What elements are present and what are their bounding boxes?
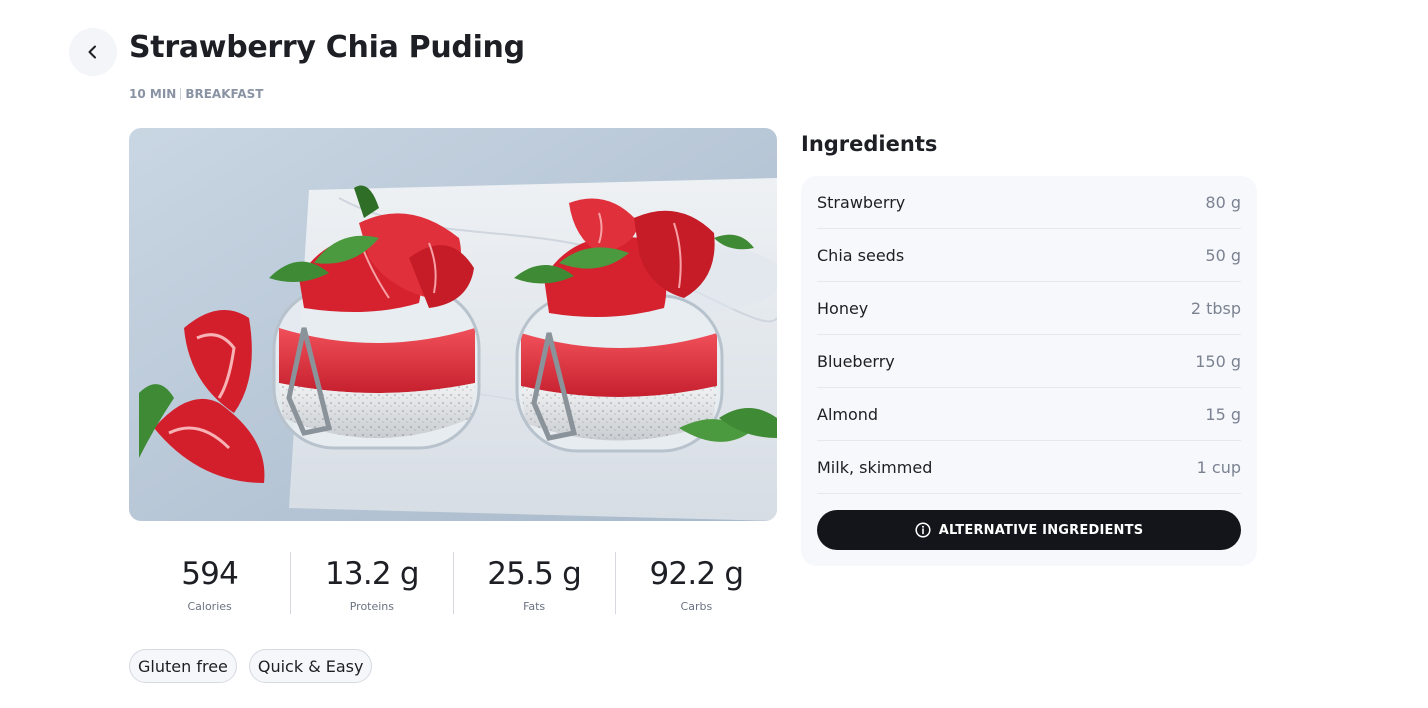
chevron-left-icon (85, 44, 101, 60)
ingredient-row: Blueberry 150 g (817, 335, 1241, 388)
recipe-tags: Gluten free Quick & Easy (129, 649, 373, 683)
prep-time: 10 MIN (129, 87, 177, 101)
nutrition-label: Fats (523, 600, 546, 613)
ingredient-name: Strawberry (817, 192, 906, 212)
nutrition-value: 92.2 g (649, 556, 744, 592)
recipe-meta: 10 MIN BREAKFAST (129, 86, 263, 102)
ingredient-name: Honey (817, 298, 869, 318)
ingredient-row: Almond 15 g (817, 388, 1241, 441)
tag-quick-easy[interactable]: Quick & Easy (248, 649, 373, 683)
nutrition-carbs: 92.2 g Carbs (616, 552, 777, 614)
ingredient-name: Chia seeds (817, 245, 905, 265)
nutrition-summary: 594 Calories 13.2 g Proteins 25.5 g Fats… (129, 552, 777, 614)
ingredient-name: Blueberry (817, 351, 895, 371)
alternative-ingredients-label: ALTERNATIVE INGREDIENTS (938, 522, 1144, 538)
info-icon (915, 522, 931, 538)
nutrition-value: 594 (181, 556, 239, 592)
nutrition-value: 25.5 g (487, 556, 582, 592)
nutrition-calories: 594 Calories (129, 552, 292, 614)
nutrition-label: Carbs (680, 600, 713, 613)
ingredient-quantity: 15 g (1205, 404, 1241, 424)
nutrition-proteins: 13.2 g Proteins (291, 552, 454, 614)
ingredient-name: Milk, skimmed (817, 457, 933, 477)
nutrition-label: Proteins (349, 600, 395, 613)
ingredient-quantity: 150 g (1195, 351, 1241, 371)
ingredient-quantity: 80 g (1205, 192, 1241, 212)
ingredients-heading: Ingredients (801, 132, 938, 156)
ingredient-name: Almond (817, 404, 879, 424)
tag-gluten-free[interactable]: Gluten free (129, 649, 237, 683)
ingredient-quantity: 50 g (1205, 245, 1241, 265)
recipe-image (129, 128, 777, 521)
meta-divider (180, 88, 182, 100)
recipe-category: BREAKFAST (185, 87, 264, 101)
ingredient-row: Honey 2 tbsp (817, 282, 1241, 335)
ingredient-quantity: 2 tbsp (1190, 298, 1241, 318)
ingredient-row: Strawberry 80 g (817, 176, 1241, 229)
ingredient-quantity: 1 cup (1196, 457, 1241, 477)
page-title: Strawberry Chia Puding (129, 30, 525, 65)
back-button[interactable] (69, 28, 117, 76)
nutrition-fats: 25.5 g Fats (454, 552, 616, 614)
nutrition-value: 13.2 g (324, 556, 420, 592)
ingredient-row: Milk, skimmed 1 cup (817, 441, 1241, 494)
nutrition-label: Calories (187, 600, 232, 613)
ingredient-row: Chia seeds 50 g (817, 229, 1241, 282)
alternative-ingredients-button[interactable]: ALTERNATIVE INGREDIENTS (817, 510, 1241, 550)
ingredients-card: Strawberry 80 g Chia seeds 50 g Honey 2 … (801, 176, 1257, 566)
